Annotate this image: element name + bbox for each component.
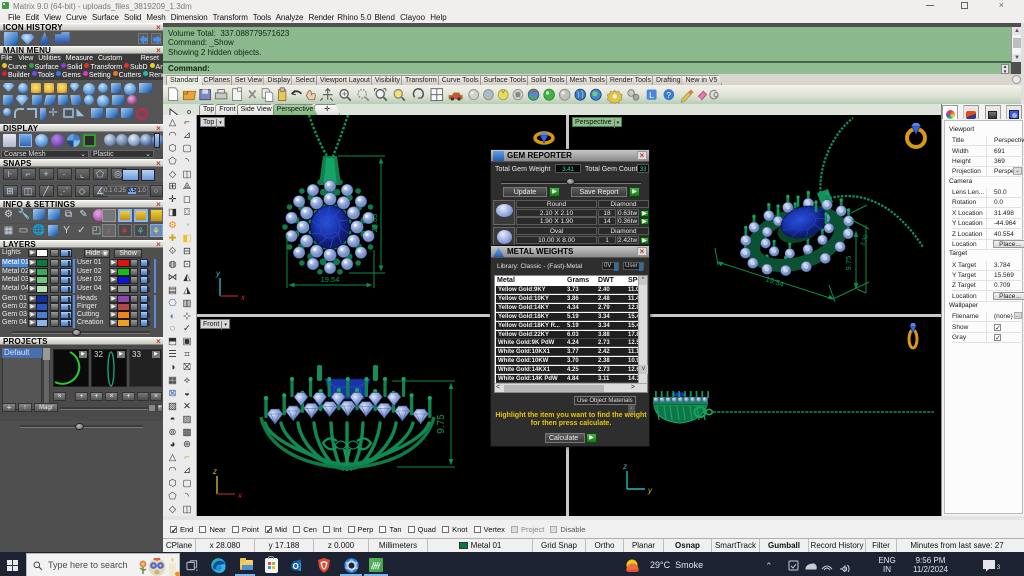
svg-text:z: z xyxy=(622,462,627,471)
svg-text:x: x xyxy=(237,491,243,500)
svg-text:z: z xyxy=(212,467,217,476)
svg-text:L: L xyxy=(649,90,654,100)
svg-text:9.75: 9.75 xyxy=(436,414,447,434)
svg-text:27.83: 27.83 xyxy=(370,214,379,233)
svg-text:y: y xyxy=(647,486,653,495)
svg-text:3.30: 3.30 xyxy=(860,234,870,248)
svg-text:O: O xyxy=(293,562,299,571)
svg-text:x: x xyxy=(240,293,246,302)
svg-text:19.54: 19.54 xyxy=(321,275,340,284)
svg-text:9.75: 9.75 xyxy=(844,256,853,271)
svg-text:y: y xyxy=(215,269,221,278)
svg-text:?: ? xyxy=(666,90,671,100)
svg-text:19.54: 19.54 xyxy=(764,274,785,289)
